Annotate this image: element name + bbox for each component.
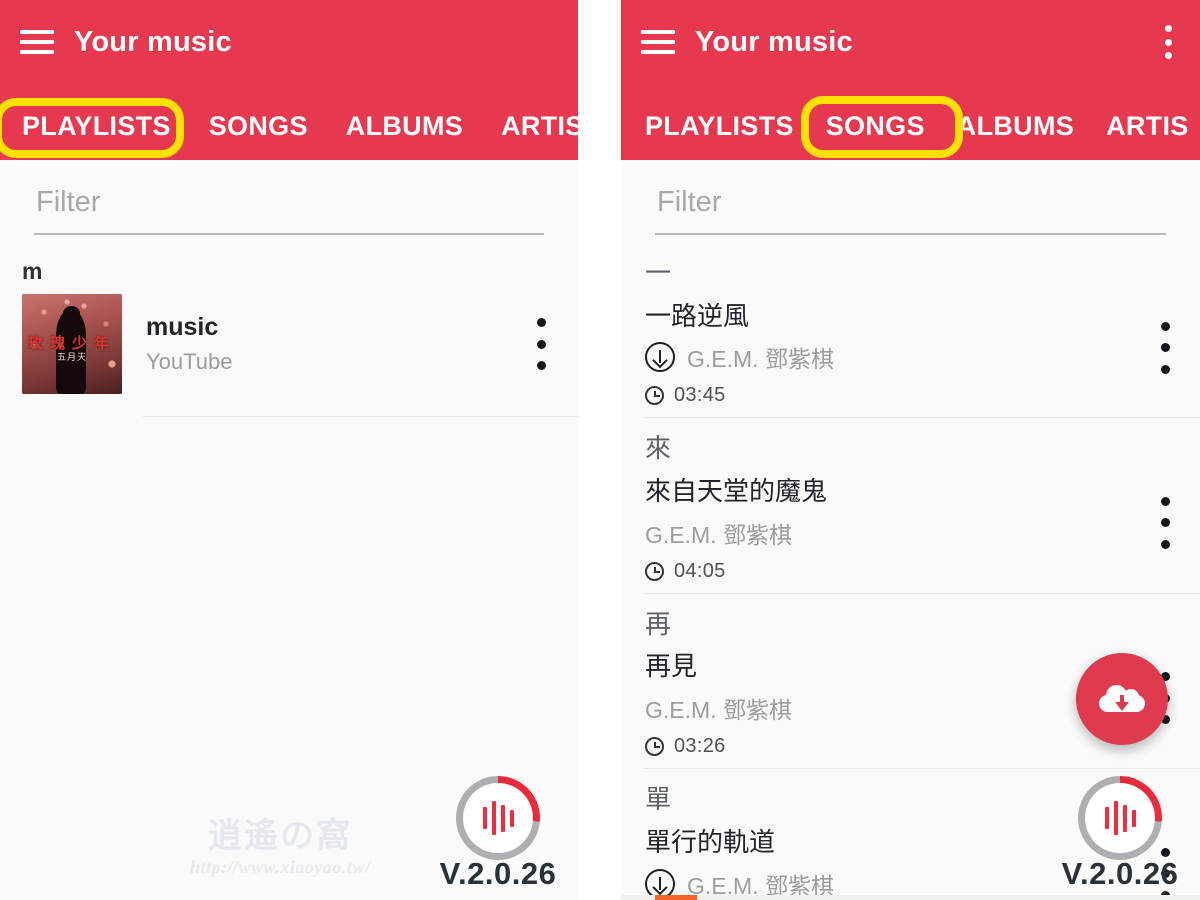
kebab-menu-icon[interactable] — [1161, 496, 1170, 549]
hamburger-icon[interactable] — [20, 30, 54, 54]
song-meta: G.E.M. 鄧紫棋 — [645, 516, 1182, 550]
page-title: Your music — [74, 25, 232, 58]
song-artist: G.E.M. 鄧紫棋 — [687, 346, 834, 373]
album-art-artist: 五月天 — [56, 353, 87, 364]
clock-icon — [645, 561, 664, 581]
list-item[interactable]: 玫瑰少年 五月天 music YouTube — [0, 290, 578, 395]
song-meta: G.E.M. 鄧紫棋 — [645, 340, 1182, 374]
version-text: V.2.0.26 — [1061, 856, 1179, 891]
section-header: 再 — [645, 608, 672, 639]
table-row[interactable]: 來自天堂的魔鬼 G.E.M. 鄧紫棋 04:05 — [621, 469, 1200, 593]
song-duration-row: 03:45 — [645, 384, 1182, 407]
right-app-bar: Your music PLAYLISTS SONGS ALBUMS ARTIS — [621, 0, 1200, 160]
right-phone-panel: Your music PLAYLISTS SONGS ALBUMS ARTIS … — [621, 0, 1200, 900]
song-duration: 03:45 — [674, 384, 726, 407]
equalizer-icon — [1078, 776, 1162, 860]
kebab-menu-icon[interactable] — [1161, 321, 1170, 374]
section-header: 來 — [645, 433, 672, 464]
tab-playlists[interactable]: PLAYLISTS — [643, 107, 796, 146]
left-tab-bar[interactable]: PLAYLISTS SONGS ALBUMS ARTIS — [0, 84, 578, 160]
section-header: m — [22, 258, 43, 284]
song-artist: G.E.M. 鄧紫棋 — [645, 697, 792, 724]
clock-icon — [645, 386, 664, 406]
tab-artists[interactable]: ARTIS — [1104, 107, 1191, 146]
version-badge: V.2.0.26 — [1056, 776, 1184, 892]
clock-icon — [645, 737, 664, 757]
hamburger-icon[interactable] — [641, 30, 675, 54]
left-app-bar-top: Your music — [0, 0, 578, 84]
left-app-bar: Your music PLAYLISTS SONGS ALBUMS ARTIS — [0, 0, 578, 160]
panel-gap — [578, 0, 621, 900]
right-filter-area — [621, 160, 1200, 235]
version-badge: V.2.0.26 — [434, 776, 562, 892]
download-icon — [645, 342, 675, 373]
tab-albums[interactable]: ALBUMS — [344, 107, 465, 146]
kebab-menu-icon[interactable] — [537, 318, 546, 371]
kebab-menu-icon[interactable] — [1164, 25, 1172, 59]
song-artist: G.E.M. 鄧紫棋 — [645, 521, 792, 548]
filter-input[interactable] — [34, 186, 544, 233]
song-info: 來自天堂的魔鬼 G.E.M. 鄧紫棋 04:05 — [645, 475, 1182, 583]
download-progress-fill — [655, 895, 697, 900]
watermark-logo: 逍遙の窩 — [208, 816, 353, 856]
song-duration: 03:26 — [674, 735, 726, 758]
section-header: 一 — [645, 258, 672, 288]
right-app-bar-top: Your music — [621, 0, 1200, 84]
page-title: Your music — [695, 25, 853, 58]
playlist-list: m 玫瑰少年 五月天 music YouTube — [0, 235, 578, 418]
cloud-download-fab[interactable] — [1076, 653, 1168, 745]
left-phone-panel: Your music PLAYLISTS SONGS ALBUMS ARTIS … — [0, 0, 578, 900]
tab-artists[interactable]: ARTIS — [499, 107, 578, 146]
playlist-source: YouTube — [146, 349, 233, 375]
cloud-download-icon — [1099, 682, 1145, 716]
tab-songs[interactable]: SONGS — [207, 107, 310, 146]
song-info: 一路逆風 G.E.M. 鄧紫棋 03:45 — [645, 300, 1182, 408]
right-tab-bar[interactable]: PLAYLISTS SONGS ALBUMS ARTIS — [621, 84, 1200, 160]
left-filter-area — [0, 160, 578, 235]
equalizer-icon — [456, 776, 540, 860]
playlist-text-block: music YouTube — [122, 312, 537, 377]
tab-playlists[interactable]: PLAYLISTS — [20, 107, 173, 146]
song-duration-row: 04:05 — [645, 560, 1182, 583]
list-divider — [143, 416, 578, 418]
tab-songs[interactable]: SONGS — [824, 107, 927, 146]
site-watermark: 逍遙の窩 http://www.xiaoyao.tw/ — [190, 819, 370, 878]
album-art-thumbnail: 玫瑰少年 五月天 — [22, 294, 122, 395]
song-duration: 04:05 — [674, 559, 726, 582]
watermark-url: http://www.xiaoyao.tw/ — [190, 857, 371, 877]
table-row[interactable]: 一路逆風 G.E.M. 鄧紫棋 03:45 — [621, 294, 1200, 418]
song-title: 來自天堂的魔鬼 — [645, 475, 828, 506]
song-title: 一路逆風 — [645, 300, 750, 331]
download-progress-track — [621, 895, 1200, 900]
version-text: V.2.0.26 — [439, 856, 557, 891]
tab-albums[interactable]: ALBUMS — [955, 107, 1076, 146]
screenshot-stage: Your music PLAYLISTS SONGS ALBUMS ARTIS … — [0, 0, 1200, 900]
filter-input[interactable] — [655, 186, 1166, 233]
playlist-title: music — [146, 312, 219, 341]
